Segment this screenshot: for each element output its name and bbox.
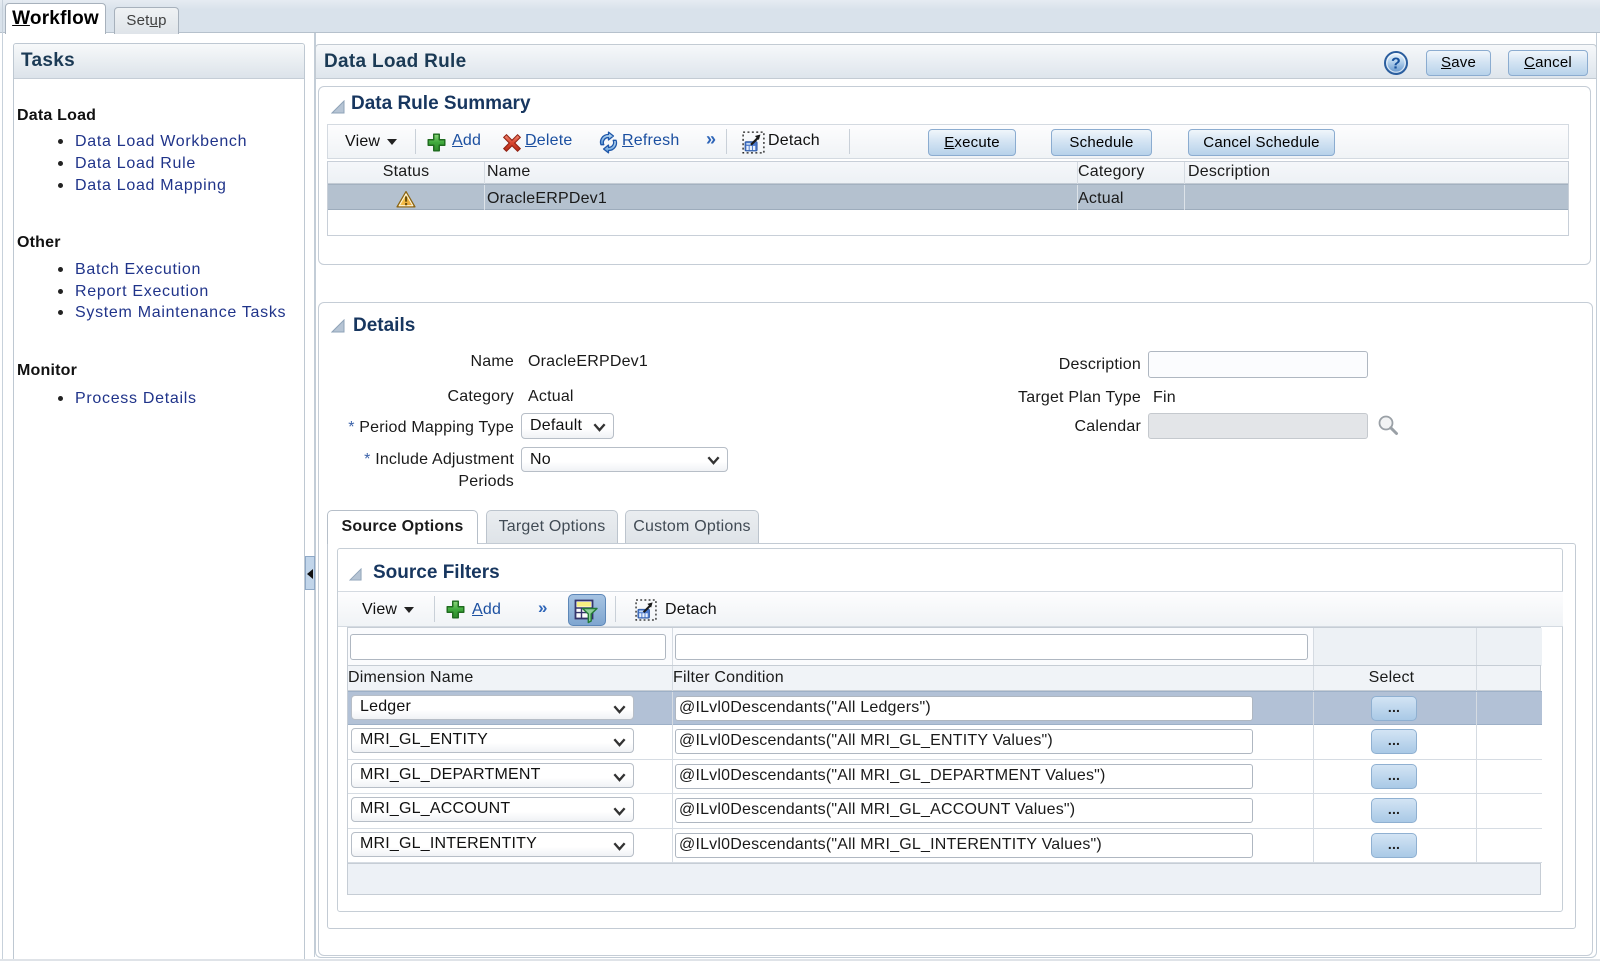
svg-text:?: ? [1391,56,1401,73]
